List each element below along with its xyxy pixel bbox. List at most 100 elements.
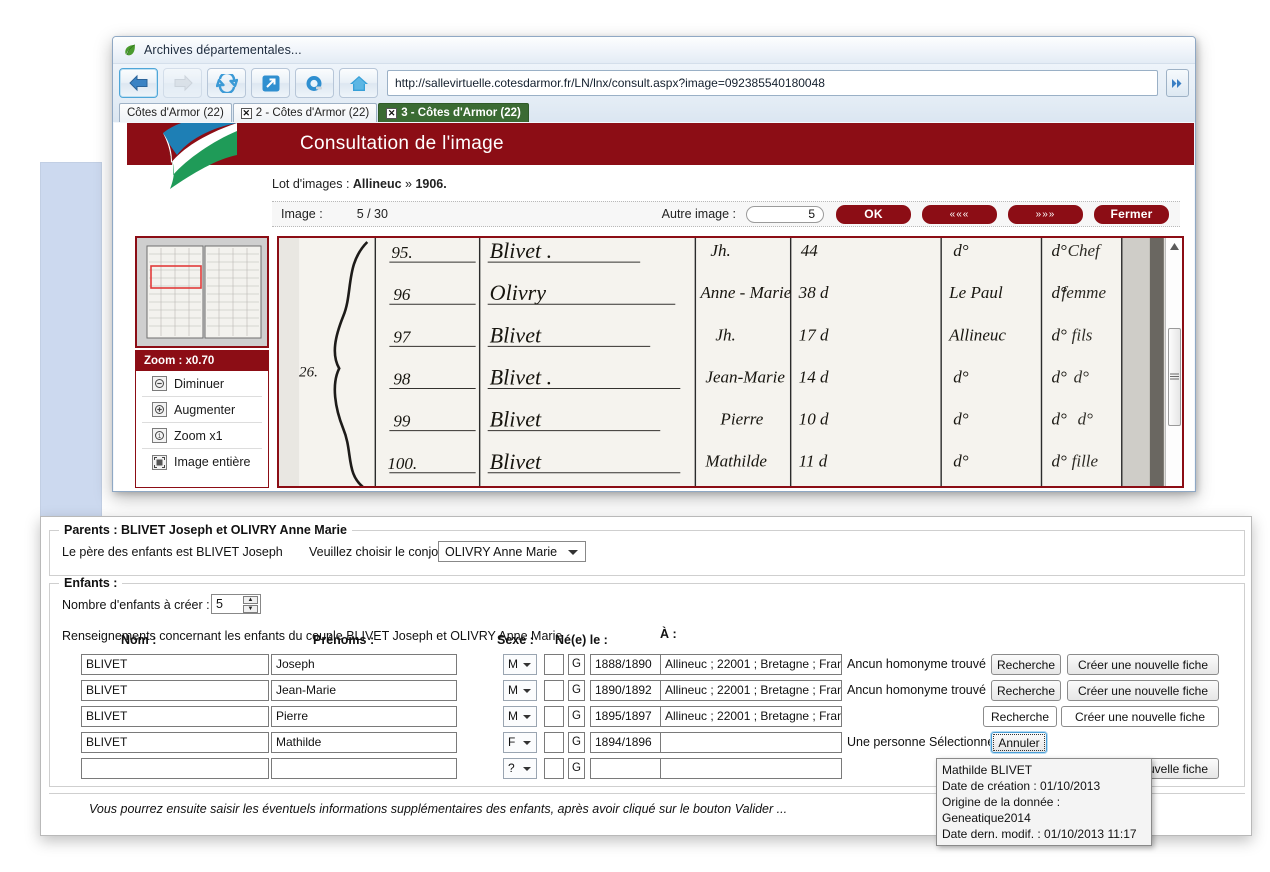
lot-commune: Allineuc [352, 177, 402, 191]
page-thumbnail[interactable] [135, 236, 269, 348]
back-button[interactable] [119, 68, 158, 98]
row-4-nom-input[interactable]: BLIVET [81, 732, 269, 753]
open-external-button[interactable] [251, 68, 290, 98]
tab-2-close-icon[interactable]: ✕ [240, 107, 252, 119]
row-3-nom-input[interactable]: BLIVET [81, 706, 269, 727]
previous-image-button[interactable]: ««« [922, 204, 997, 224]
image-vertical-scrollbar[interactable] [1165, 238, 1182, 486]
stepper-buttons[interactable]: ▲ ▼ [243, 596, 258, 613]
image-label: Image : [281, 207, 323, 221]
tab-3-close-icon[interactable]: ✕ [386, 107, 398, 119]
row-1-date-flag-box[interactable] [544, 654, 564, 675]
row-5-prenoms-input[interactable] [271, 758, 457, 779]
browser-titlebar: Archives départementales... [113, 37, 1195, 64]
close-button[interactable]: Fermer [1094, 204, 1169, 224]
svg-text:11 d: 11 d [799, 452, 828, 471]
scroll-up-arrow-icon[interactable] [1169, 242, 1180, 251]
svg-text:d°: d° [1074, 367, 1090, 386]
lot-line: Lot d'images : Allineuc » 1906. [272, 177, 1194, 191]
row-2-date-flag-box[interactable] [544, 680, 564, 701]
browser-toolbar: http://sallevirtuelle.cotesdarmor.fr/LN/… [113, 64, 1195, 102]
zoom-decrease-item[interactable]: Diminuer [142, 371, 262, 397]
tooltip-creation-date: Date de création : 01/10/2013 [942, 779, 1101, 793]
svg-text:Jean-Marie: Jean-Marie [705, 367, 785, 386]
row-2-nom-input[interactable]: BLIVET [81, 680, 269, 701]
table-row: 2 : BLIVET Jean-Marie M G 1890/1892 Alli… [41, 680, 1251, 701]
row-3-prenoms-input[interactable]: Pierre [271, 706, 457, 727]
browser-tab-3[interactable]: ✕ 3 - Côtes d'Armor (22) [378, 103, 529, 122]
home-button[interactable] [339, 68, 378, 98]
row-5-nom-input[interactable] [81, 758, 269, 779]
row-1-lieu-input[interactable]: Allineuc ; 22001 ; Bretagne ; France [660, 654, 842, 675]
row-3-create-button[interactable]: Créer une nouvelle fiche [1061, 706, 1219, 727]
row-1-search-button[interactable]: Recherche [991, 654, 1061, 675]
other-image-input[interactable]: 5 [746, 205, 824, 223]
forward-button[interactable] [163, 68, 202, 98]
svg-text:99: 99 [393, 412, 411, 431]
stepper-up-icon[interactable]: ▲ [243, 596, 258, 604]
row-1-g-box[interactable]: G [568, 654, 585, 675]
children-count-label: Nombre d'enfants à créer : [62, 598, 210, 612]
row-2-search-button[interactable]: Recherche [991, 680, 1061, 701]
row-4-date-flag-box[interactable] [544, 732, 564, 753]
zoom-decrease-label: Diminuer [174, 376, 225, 391]
stepper-down-icon[interactable]: ▼ [243, 605, 258, 613]
fit-image-item[interactable]: Image entière [142, 449, 262, 475]
other-image-label: Autre image : [661, 207, 736, 221]
children-group-label: Enfants : [59, 576, 123, 590]
row-5-date-flag-box[interactable] [544, 758, 564, 779]
address-bar[interactable]: http://sallevirtuelle.cotesdarmor.fr/LN/… [387, 70, 1158, 96]
page-title: Consultation de l'image [300, 133, 504, 154]
back-arrow-icon [128, 74, 147, 92]
forward-arrow-icon [174, 74, 193, 92]
form-footer-note: Vous pourrez ensuite saisir les éventuel… [89, 802, 788, 816]
row-4-sexe-select[interactable]: F [503, 732, 537, 753]
row-1-prenoms-input[interactable]: Joseph [271, 654, 457, 675]
leaf-icon [125, 44, 135, 56]
row-2-lieu-input[interactable]: Allineuc ; 22001 ; Bretagne ; France [660, 680, 842, 701]
browser-tab-1[interactable]: Côtes d'Armor (22) [119, 103, 232, 122]
zoom-increase-label: Augmenter [174, 402, 236, 417]
row-3-lieu-input[interactable]: Allineuc ; 22001 ; Bretagne ; France [660, 706, 842, 727]
row-3-date-flag-box[interactable] [544, 706, 564, 727]
row-4-cancel-button[interactable]: Annuler [991, 732, 1047, 753]
row-4-prenoms-input[interactable]: Mathilde [271, 732, 457, 753]
children-count-stepper[interactable]: 5 ▲ ▼ [211, 594, 261, 614]
svg-text:d°: d° [953, 452, 969, 471]
svg-text:98: 98 [393, 369, 411, 388]
ok-button[interactable]: OK [836, 204, 911, 224]
spouse-select[interactable]: OLIVRY Anne Marie [438, 541, 586, 562]
browser-tab-3-label: 3 - Côtes d'Armor (22) [401, 107, 521, 119]
row-1-create-button[interactable]: Créer une nouvelle fiche [1067, 654, 1219, 675]
row-3-g-box[interactable]: G [568, 706, 585, 727]
row-5-sexe-select[interactable]: ? [503, 758, 537, 779]
row-2-prenoms-input[interactable]: Jean-Marie [271, 680, 457, 701]
father-text: Le père des enfants est BLIVET Joseph [62, 545, 283, 559]
row-5-g-box[interactable]: G [568, 758, 585, 779]
tooltip-last-modified: Date dern. modif. : 01/10/2013 11:17 [942, 827, 1137, 841]
row-1-sexe-select[interactable]: M [503, 654, 537, 675]
image-scroll-thumb[interactable] [1168, 328, 1181, 426]
row-2-sexe-select[interactable]: M [503, 680, 537, 701]
row-3-search-button[interactable]: Recherche [983, 706, 1057, 727]
row-1-nom-input[interactable]: BLIVET [81, 654, 269, 675]
scan-image-frame[interactable]: 26. 95. 96 97 98 99 100. Blivet . Olivry… [277, 236, 1184, 488]
row-3-sexe-select[interactable]: M [503, 706, 537, 727]
row-4-g-box[interactable]: G [568, 732, 585, 753]
row-4-lieu-input[interactable] [660, 732, 842, 753]
row-2-create-button[interactable]: Créer une nouvelle fiche [1067, 680, 1219, 701]
svg-text:d°: d° [953, 241, 969, 260]
row-2-g-box[interactable]: G [568, 680, 585, 701]
capture-button[interactable] [295, 68, 334, 98]
zoom-level-label: Zoom : x0.70 [136, 351, 268, 371]
zoom-reset-item[interactable]: 1 Zoom x1 [142, 423, 262, 449]
browser-tab-2[interactable]: ✕ 2 - Côtes d'Armor (22) [232, 103, 378, 122]
image-viewer: Zoom : x0.70 Diminuer Augmenter 1 Zoom x… [114, 236, 1194, 488]
zoom-increase-item[interactable]: Augmenter [142, 397, 262, 423]
column-header-prenoms: Prénoms : [313, 633, 375, 647]
reload-button[interactable] [207, 68, 246, 98]
row-5-lieu-input[interactable] [660, 758, 842, 779]
next-image-button[interactable]: »»» [1008, 204, 1083, 224]
toolbar-overflow-button[interactable] [1166, 69, 1189, 97]
svg-text:d°: d° [1052, 452, 1068, 471]
